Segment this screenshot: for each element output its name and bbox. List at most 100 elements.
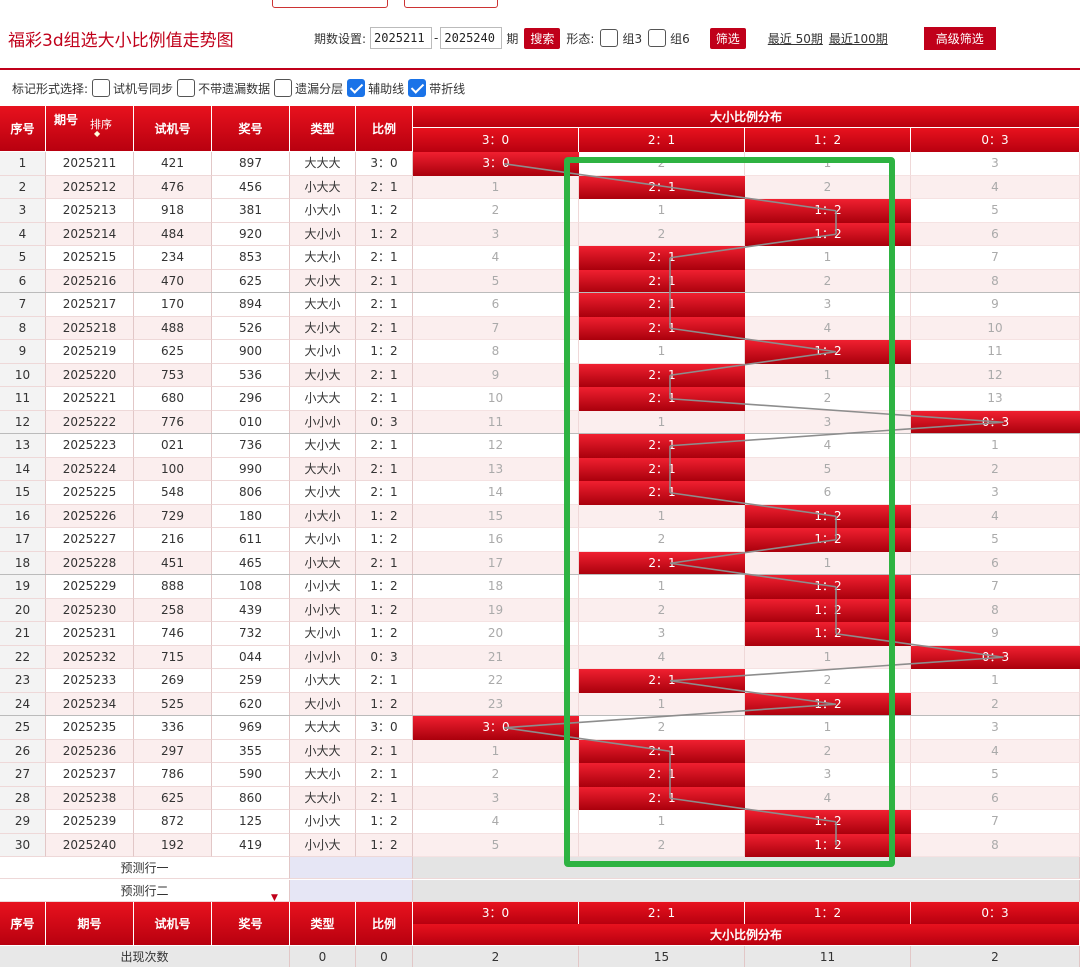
row-period: 2025225 <box>46 481 134 505</box>
row-trial: 872 <box>134 810 212 834</box>
top-button-1[interactable] <box>272 0 388 8</box>
row-trial: 421 <box>134 152 212 176</box>
miss-cell: 3 <box>579 622 745 646</box>
hit-cell: 2：1 <box>579 669 745 693</box>
row-trial: 746 <box>134 622 212 646</box>
recent-100-link[interactable]: 最近100期 <box>829 30 888 47</box>
row-type: 大小小 <box>290 222 356 246</box>
top-button-2[interactable] <box>404 0 498 8</box>
advanced-filter-button[interactable]: 高级筛选 <box>923 26 996 50</box>
miss-cell: 21 <box>413 645 579 669</box>
option-checkbox-polyline[interactable] <box>408 79 427 97</box>
row-period: 2025221 <box>46 387 134 411</box>
miss-cell: 6 <box>413 293 579 317</box>
row-seq: 24 <box>0 692 46 716</box>
row-draw: 897 <box>212 152 290 176</box>
row-type: 大小大 <box>290 363 356 387</box>
miss-cell: 14 <box>413 481 579 505</box>
option-checkbox-trial-sync[interactable] <box>92 79 111 97</box>
row-ratio: 2：1 <box>356 316 413 340</box>
row-draw: 590 <box>212 763 290 787</box>
miss-cell: 3 <box>911 481 1080 505</box>
recent-50-link[interactable]: 最近 50期 <box>768 30 823 47</box>
miss-cell: 1 <box>745 645 911 669</box>
search-button[interactable]: 搜索 <box>524 27 561 49</box>
group6-checkbox[interactable] <box>648 29 667 47</box>
row-trial: 918 <box>134 199 212 223</box>
miss-cell: 2 <box>579 152 745 176</box>
count-value: 11 <box>745 946 911 967</box>
end-period-input[interactable]: 2025240 <box>440 27 503 49</box>
hit-cell: 2：1 <box>579 457 745 481</box>
header-zone: 2：1 <box>579 128 745 152</box>
row-seq: 29 <box>0 810 46 834</box>
row-type: 小大大 <box>290 739 356 763</box>
header-bar: 福彩3d组选大小比例值走势图 期数设置: 2025211 - 2025240 期… <box>0 14 1080 70</box>
miss-cell: 10 <box>413 387 579 411</box>
header-trial: 试机号 <box>134 106 212 152</box>
miss-cell: 4 <box>745 434 911 458</box>
option-label-guide-line: 辅助线 <box>368 81 405 96</box>
header-period[interactable]: 期号 排序 ◆ <box>46 106 134 152</box>
hit-cell: 1：2 <box>745 199 911 223</box>
period-dash: - <box>434 31 439 45</box>
row-trial: 021 <box>134 434 212 458</box>
start-period-input[interactable]: 2025211 <box>370 27 433 49</box>
row-trial: 680 <box>134 387 212 411</box>
row-seq: 15 <box>0 481 46 505</box>
row-draw: 044 <box>212 645 290 669</box>
group3-label: 组3 <box>622 31 643 46</box>
miss-cell: 2 <box>911 457 1080 481</box>
row-type: 大大小 <box>290 457 356 481</box>
filter-button[interactable]: 筛选 <box>709 27 746 49</box>
hit-cell: 1：2 <box>745 340 911 364</box>
row-seq: 27 <box>0 763 46 787</box>
row-trial: 525 <box>134 692 212 716</box>
miss-cell: 2 <box>579 598 745 622</box>
miss-cell: 1 <box>579 810 745 834</box>
hit-cell: 0：3 <box>911 645 1080 669</box>
miss-cell: 3 <box>745 410 911 434</box>
row-draw: 259 <box>212 669 290 693</box>
miss-cell: 1 <box>745 551 911 575</box>
row-trial: 753 <box>134 363 212 387</box>
miss-cell: 9 <box>911 293 1080 317</box>
hit-cell: 1：2 <box>745 575 911 599</box>
miss-cell: 4 <box>413 810 579 834</box>
predict-row-input[interactable] <box>290 879 413 902</box>
row-seq: 8 <box>0 316 46 340</box>
miss-cell: 20 <box>413 622 579 646</box>
predict-row-zones[interactable] <box>413 857 1080 879</box>
header-distribution: 大小比例分布 <box>413 106 1080 128</box>
miss-cell: 11 <box>911 340 1080 364</box>
period-unit: 期 <box>506 31 519 46</box>
hit-cell: 1：2 <box>745 528 911 552</box>
miss-cell: 2 <box>745 669 911 693</box>
row-ratio: 3：0 <box>356 716 413 740</box>
row-draw: 900 <box>212 340 290 364</box>
hit-cell: 2：1 <box>579 786 745 810</box>
sort-arrows-icon[interactable]: ◆ <box>94 129 100 138</box>
row-type: 大小小 <box>290 528 356 552</box>
row-trial: 715 <box>134 645 212 669</box>
row-ratio: 1：2 <box>356 504 413 528</box>
predict-row-label[interactable]: 预测行二 <box>0 879 290 902</box>
option-checkbox-no-miss[interactable] <box>177 79 196 97</box>
miss-cell: 1 <box>745 363 911 387</box>
miss-cell: 1 <box>579 199 745 223</box>
option-checkbox-guide-line[interactable] <box>347 79 366 97</box>
row-type: 大大小 <box>290 293 356 317</box>
row-period: 2025224 <box>46 457 134 481</box>
row-seq: 28 <box>0 786 46 810</box>
group3-checkbox[interactable] <box>600 29 619 47</box>
row-period: 2025226 <box>46 504 134 528</box>
option-checkbox-miss-layer[interactable] <box>274 79 293 97</box>
predict-row-input[interactable] <box>290 857 413 879</box>
miss-cell: 2 <box>413 763 579 787</box>
predict-row-zones[interactable] <box>413 879 1080 902</box>
row-period: 2025212 <box>46 175 134 199</box>
row-trial: 192 <box>134 833 212 857</box>
predict-row-label[interactable]: 预测行一 <box>0 857 290 879</box>
row-ratio: 1：2 <box>356 340 413 364</box>
row-draw: 920 <box>212 222 290 246</box>
